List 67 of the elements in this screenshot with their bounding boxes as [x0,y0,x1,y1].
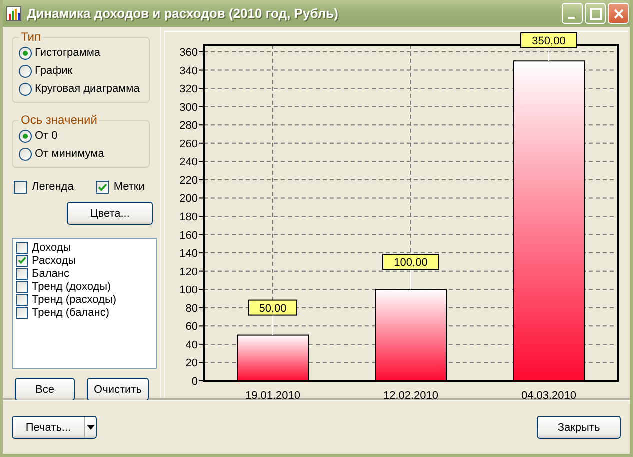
list-item-label[interactable]: Тренд (расходы) [32,294,117,306]
radio-button[interactable] [19,82,32,96]
checkbox[interactable] [16,280,28,292]
checkbox-label: Легенда [32,181,74,193]
checkbox[interactable] [16,242,28,254]
y-tick-label: 160 [180,230,198,242]
list-item-label[interactable]: Тренд (баланс) [32,306,110,318]
y-tick-label: 300 [180,102,198,114]
radio-label: Гистограмма [35,47,101,59]
value-label: 350,00 [520,32,578,48]
bar-chart-icon [6,6,22,22]
y-tick-label: 40 [186,339,198,352]
radio-label: От 0 [35,130,58,142]
close-button[interactable]: Закрыть [537,416,621,439]
minimize-icon [568,16,574,18]
y-tick-label: 320 [180,84,198,96]
y-tick-label: 80 [186,302,198,315]
checkbox[interactable] [16,306,28,318]
checkbox[interactable] [16,268,28,280]
y-tick-label: 240 [180,156,198,169]
checkbox[interactable] [16,294,28,306]
radio-button[interactable] [19,46,32,60]
maximize-icon [590,8,602,20]
y-tick-label: 60 [186,321,198,334]
y-tick-label: 20 [186,358,198,370]
checkbox-label: Метки [114,181,145,193]
maximize-button[interactable] [585,3,606,24]
y-tick-label: 0 [192,376,198,388]
y-tick-label: 120 [180,266,198,278]
radio-button[interactable] [19,130,32,142]
print-button[interactable]: Печать... [12,416,97,439]
y-tick-label: 260 [180,138,198,150]
radio-label: Круговая диаграмма [35,83,140,95]
list-item-label[interactable]: Баланс [32,268,70,280]
y-tick-label: 280 [180,120,198,132]
close-icon [612,8,624,20]
y-tick-label: 220 [180,174,198,187]
y-tick-label: 340 [180,65,198,78]
x-axis-label: 19.01.2010 [245,390,301,400]
y-tick-label: 100 [180,284,198,297]
checkbox[interactable] [96,180,109,194]
list-item-label[interactable]: Расходы [32,254,76,266]
y-tick-label: 360 [180,47,198,59]
dropdown-icon [86,425,94,430]
x-axis-label: 12.02.2010 [383,390,439,400]
checkbox[interactable] [14,180,27,194]
group-title: Ось значений [20,113,98,127]
y-tick-label: 180 [180,212,198,224]
list-button[interactable]: Все [15,378,75,401]
y-tick-label: 140 [180,248,198,260]
minimize-button[interactable] [562,3,583,24]
list-item-label[interactable]: Тренд (доходы) [32,280,112,292]
group-title: Тип [20,30,42,44]
value-label: 50,00 [248,300,298,316]
window-title: Динамика доходов и расходов (2010 год, Рубль) [27,6,340,21]
list-button[interactable]: Очистить [87,378,149,401]
y-tick-label: 200 [180,193,198,206]
radio-label: От минимума [35,148,104,160]
list-item-label[interactable]: Доходы [32,242,72,254]
close-button[interactable] [608,3,629,24]
value-label: 100,00 [382,254,440,270]
radio-button[interactable] [19,148,32,160]
radio-button[interactable] [19,64,32,78]
x-axis-label: 04.03.2010 [521,390,577,400]
colors-button[interactable]: Цвета... [67,202,153,225]
checkbox[interactable] [16,254,28,266]
radio-label: График [35,65,73,77]
